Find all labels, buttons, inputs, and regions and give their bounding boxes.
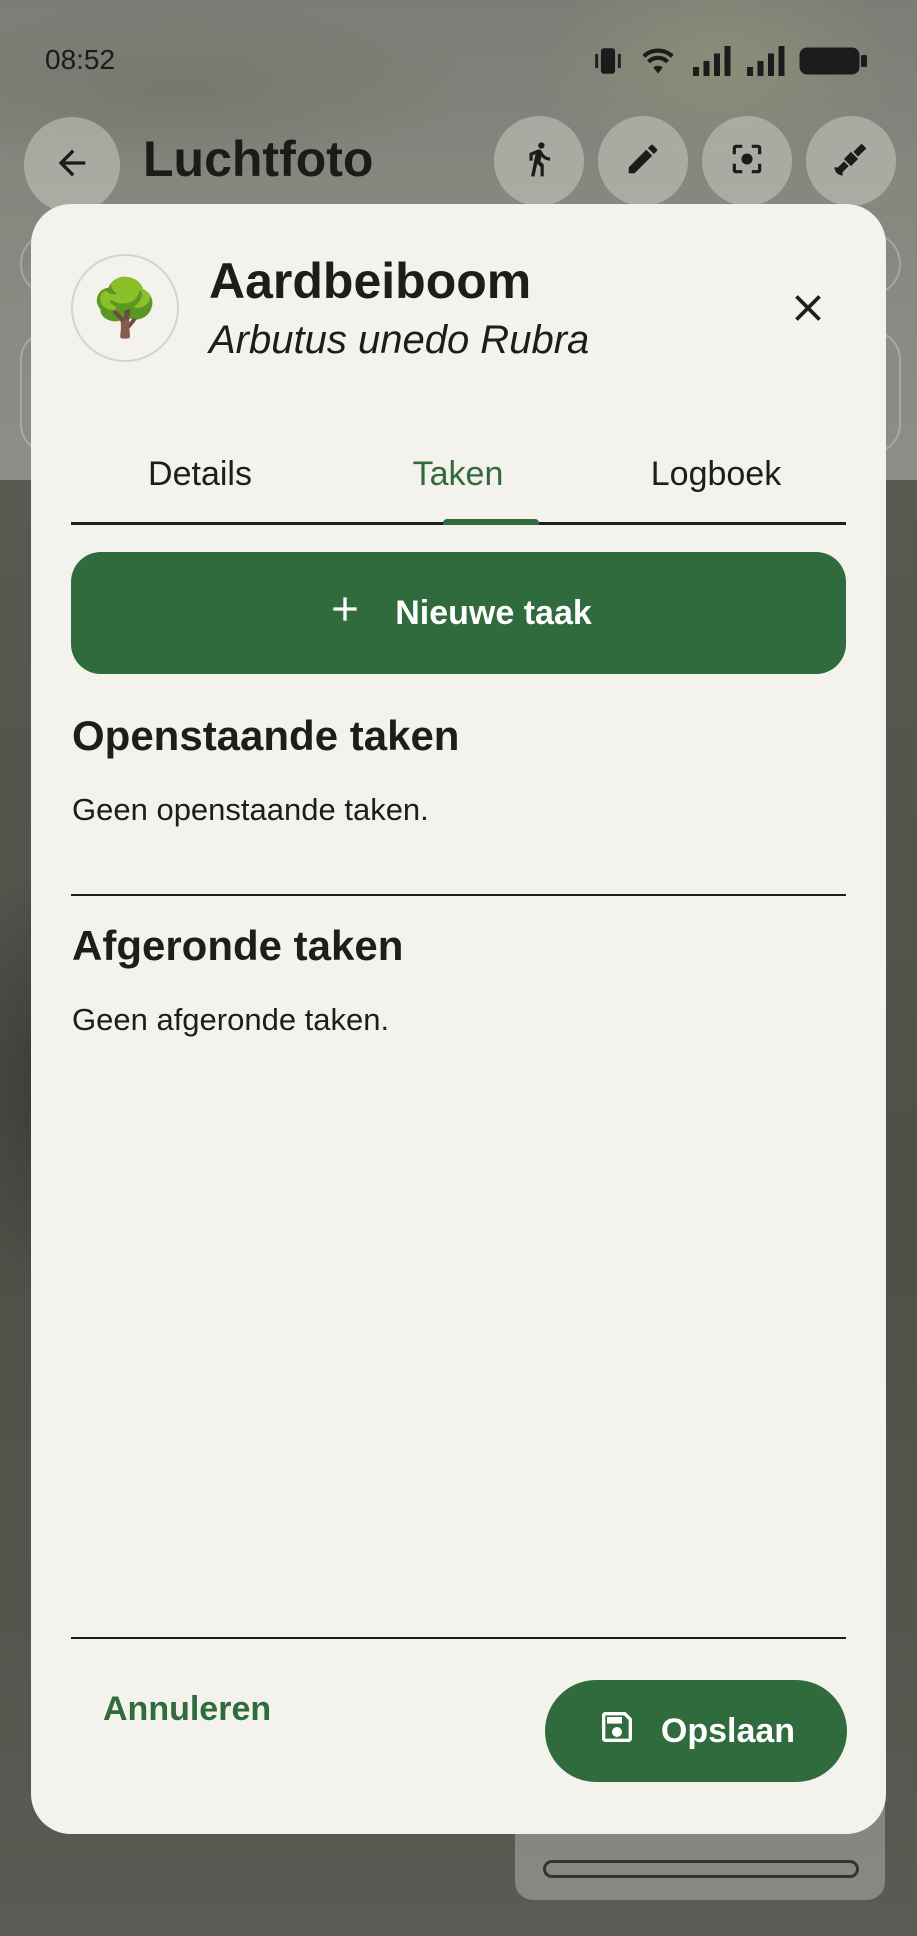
tab-logboek-label: Logboek <box>650 454 782 493</box>
tree-icon: 🌳 <box>90 276 160 339</box>
back-button[interactable] <box>24 117 120 213</box>
cancel-button[interactable]: Annuleren <box>83 1680 291 1739</box>
tree-avatar: 🌳 <box>71 254 179 362</box>
plus-icon <box>325 589 365 638</box>
open-tasks-empty-text: Geen openstaande taken. <box>72 792 429 827</box>
signal-icon <box>691 46 731 76</box>
walking-icon <box>520 138 558 185</box>
tab-logboek[interactable]: Logboek <box>587 426 845 522</box>
tab-bar: Details Taken Logboek <box>71 426 846 525</box>
vibrate-icon <box>591 44 625 78</box>
wifi-icon <box>639 44 677 78</box>
footer-divider <box>71 1637 846 1639</box>
walk-mode-button[interactable] <box>494 116 584 206</box>
tab-taken-label: Taken <box>412 454 504 493</box>
save-icon <box>597 1707 637 1756</box>
tree-detail-dialog: 🌳 Aardbeiboom Arbutus unedo Rubra Detail… <box>31 204 886 1834</box>
cancel-label: Annuleren <box>103 1690 272 1728</box>
active-tab-indicator <box>443 519 539 525</box>
done-tasks-empty-text: Geen afgeronde taken. <box>72 1002 390 1037</box>
status-icons <box>591 44 869 78</box>
close-button[interactable] <box>780 282 836 338</box>
save-label: Opslaan <box>660 1711 796 1750</box>
done-tasks-title: Afgeronde taken <box>72 922 404 969</box>
edit-button[interactable] <box>598 116 688 206</box>
new-task-button[interactable]: Nieuwe taak <box>71 552 846 674</box>
status-time: 08:52 <box>45 44 116 75</box>
signal-icon-2 <box>745 46 785 76</box>
tab-details[interactable]: Details <box>71 426 329 522</box>
focus-button[interactable] <box>702 116 792 206</box>
close-icon <box>786 286 830 335</box>
page-title: Luchtfoto <box>143 131 374 187</box>
satellite-button[interactable] <box>806 116 896 206</box>
satellite-icon <box>831 139 871 184</box>
open-tasks-title: Openstaande taken <box>72 712 460 759</box>
tree-latin-name: Arbutus unedo Rubra <box>209 318 590 362</box>
focus-icon <box>728 140 766 183</box>
pencil-icon <box>624 140 662 183</box>
section-divider <box>71 894 846 896</box>
tab-taken[interactable]: Taken <box>329 426 587 522</box>
tree-common-name: Aardbeiboom <box>209 253 532 309</box>
status-bar: 08:52 <box>0 0 917 120</box>
tab-details-label: Details <box>148 454 252 493</box>
map-scale-bar <box>543 1860 859 1878</box>
back-arrow-icon <box>52 143 92 188</box>
battery-icon <box>799 46 869 76</box>
new-task-label: Nieuwe taak <box>395 593 592 632</box>
save-button[interactable]: Opslaan <box>545 1680 847 1782</box>
